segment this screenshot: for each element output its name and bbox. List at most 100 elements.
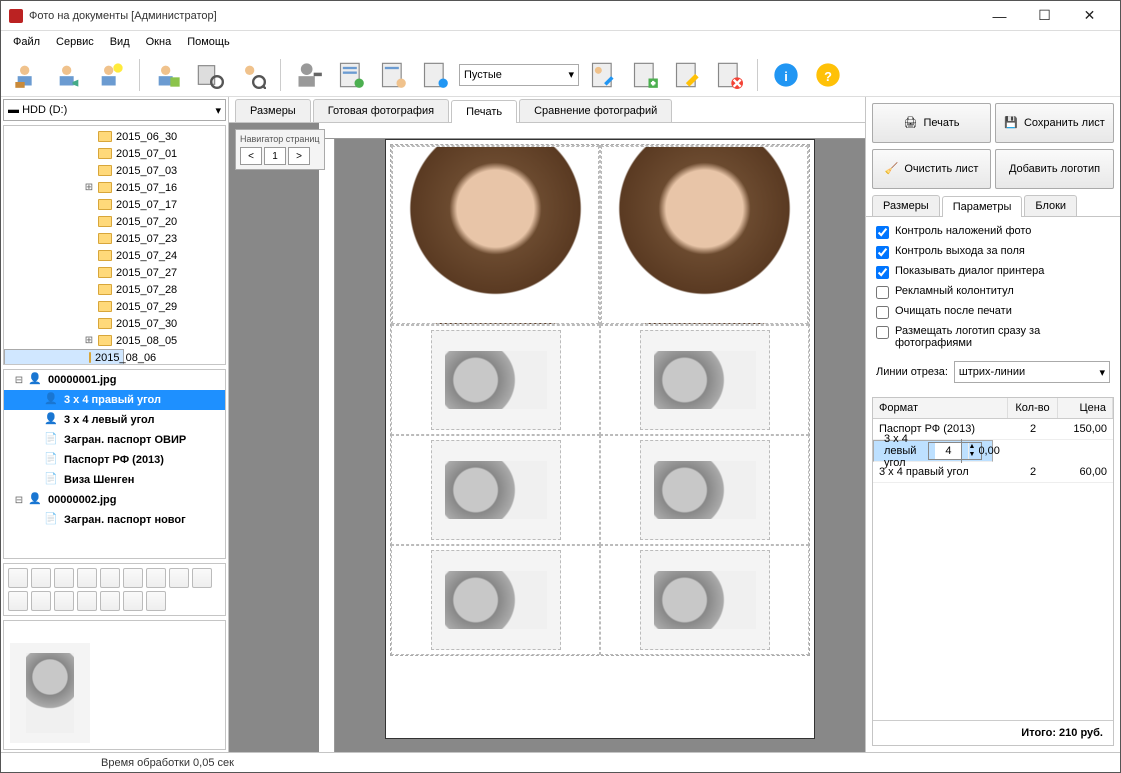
tb6[interactable]	[123, 568, 143, 588]
tool-list-1[interactable]	[333, 57, 369, 93]
hdr-price[interactable]: Цена	[1058, 398, 1113, 418]
folder-item[interactable]: 2015_07_17	[4, 196, 225, 213]
menu-file[interactable]: Файл	[7, 34, 46, 50]
format-item[interactable]: 3 х 4 левый угол	[64, 414, 154, 426]
tb12[interactable]	[54, 591, 74, 611]
tb11[interactable]	[31, 591, 51, 611]
param-check[interactable]: Рекламный колонтитул	[876, 285, 1110, 299]
tb10[interactable]	[8, 591, 28, 611]
folder-item[interactable]: 2015_07_29	[4, 298, 225, 315]
photo-slot[interactable]	[640, 550, 770, 650]
print-button[interactable]: 🖨 Печать	[872, 103, 991, 143]
format-item[interactable]: Паспорт РФ (2013)	[64, 454, 164, 466]
minimize-button[interactable]: —	[977, 2, 1022, 30]
tool-person-key[interactable]	[291, 57, 327, 93]
tb8[interactable]	[169, 568, 189, 588]
rtab-blocks[interactable]: Блоки	[1024, 195, 1077, 216]
tb5[interactable]	[100, 568, 120, 588]
folder-item[interactable]: 2015_07_27	[4, 264, 225, 281]
nav-prev[interactable]: <	[240, 147, 262, 165]
folder-item[interactable]: 2015_07_20	[4, 213, 225, 230]
close-button[interactable]: ✕	[1067, 2, 1112, 30]
rtab-params[interactable]: Параметры	[942, 196, 1023, 217]
folder-item[interactable]: 2015_07_30	[4, 315, 225, 332]
print-canvas[interactable]: Навигатор страниц < 1 >	[229, 123, 865, 752]
tb14[interactable]	[100, 591, 120, 611]
photo-slot[interactable]	[392, 146, 599, 324]
add-logo-button[interactable]: Добавить логотип	[995, 149, 1114, 189]
tb13[interactable]	[77, 591, 97, 611]
clear-sheet-button[interactable]: 🧹 Очистить лист	[872, 149, 991, 189]
tool-list-delete[interactable]	[711, 57, 747, 93]
rtab-sizes[interactable]: Размеры	[872, 195, 940, 216]
cut-lines-select[interactable]: штрих-линии▾	[954, 361, 1110, 383]
drive-select[interactable]: ▬ HDD (D:)▾	[3, 99, 226, 121]
order-row[interactable]: 3 х 4 левый угол▲▼0,00	[873, 440, 993, 462]
maximize-button[interactable]: ☐	[1022, 2, 1067, 30]
tab-ready[interactable]: Готовая фотография	[313, 99, 449, 122]
folder-item[interactable]: 2015_08_06	[4, 349, 124, 365]
tb9[interactable]	[192, 568, 212, 588]
tool-list-plus[interactable]	[627, 57, 663, 93]
tool-info[interactable]: i	[768, 57, 804, 93]
folder-tree[interactable]: 2015_06_302015_07_012015_07_03⊞2015_07_1…	[3, 125, 226, 365]
format-item[interactable]: Загран. паспорт новог	[64, 514, 186, 526]
photo-slot[interactable]	[431, 550, 561, 650]
menu-windows[interactable]: Окна	[140, 34, 178, 50]
file-2[interactable]: 00000002.jpg	[48, 494, 117, 506]
param-check[interactable]: Размещать логотип сразу за фотографиями	[876, 325, 1110, 349]
folder-item[interactable]: ⊞2015_07_16	[4, 179, 225, 196]
menu-service[interactable]: Сервис	[50, 34, 100, 50]
folder-item[interactable]: 2015_07_01	[4, 145, 225, 162]
folder-item[interactable]: 2015_07_28	[4, 281, 225, 298]
format-item[interactable]: 3 х 4 правый угол	[64, 394, 161, 406]
format-item[interactable]: Виза Шенген	[64, 474, 134, 486]
nav-next[interactable]: >	[288, 147, 310, 165]
menu-help[interactable]: Помощь	[181, 34, 236, 50]
tb2[interactable]	[31, 568, 51, 588]
tool-1[interactable]	[9, 57, 45, 93]
print-page[interactable]	[385, 139, 815, 739]
tb4[interactable]	[77, 568, 97, 588]
tool-help[interactable]: ?	[810, 57, 846, 93]
tool-6[interactable]	[234, 57, 270, 93]
menu-view[interactable]: Вид	[104, 34, 136, 50]
photo-slot[interactable]	[601, 146, 808, 324]
folder-item[interactable]: 2015_06_30	[4, 128, 225, 145]
tool-list-edit[interactable]	[669, 57, 705, 93]
folder-item[interactable]: ⊞2015_08_05	[4, 332, 225, 349]
tb7[interactable]	[146, 568, 166, 588]
tb15[interactable]	[123, 591, 143, 611]
tool-3[interactable]	[93, 57, 129, 93]
tab-print[interactable]: Печать	[451, 100, 517, 123]
file-1[interactable]: 00000001.jpg	[48, 374, 117, 386]
tool-list-2[interactable]	[375, 57, 411, 93]
hdr-qty[interactable]: Кол-во	[1008, 398, 1058, 418]
format-item[interactable]: Загран. паспорт ОВИР	[64, 434, 186, 446]
photo-slot[interactable]	[640, 330, 770, 430]
photo-slot[interactable]	[431, 330, 561, 430]
tool-2[interactable]	[51, 57, 87, 93]
tool-5[interactable]	[192, 57, 228, 93]
photo-slot[interactable]	[640, 440, 770, 540]
folder-item[interactable]: 2015_07_03	[4, 162, 225, 179]
order-row[interactable]: 3 х 4 правый угол260,00	[873, 462, 1113, 483]
tb16[interactable]	[146, 591, 166, 611]
photo-slot[interactable]	[431, 440, 561, 540]
tool-4[interactable]	[150, 57, 186, 93]
param-check[interactable]: Очищать после печати	[876, 305, 1110, 319]
param-check[interactable]: Контроль наложений фото	[876, 225, 1110, 239]
tool-list-add[interactable]	[585, 57, 621, 93]
tb3[interactable]	[54, 568, 74, 588]
folder-item[interactable]: 2015_07_23	[4, 230, 225, 247]
param-check[interactable]: Показывать диалог принтера	[876, 265, 1110, 279]
toolbar-preset-select[interactable]: Пустые▾	[459, 64, 579, 86]
tool-list-3[interactable]	[417, 57, 453, 93]
save-sheet-button[interactable]: 💾 Сохранить лист	[995, 103, 1114, 143]
tab-compare[interactable]: Сравнение фотографий	[519, 99, 672, 122]
param-check[interactable]: Контроль выхода за поля	[876, 245, 1110, 259]
hdr-format[interactable]: Формат	[873, 398, 1008, 418]
folder-item[interactable]: 2015_07_24	[4, 247, 225, 264]
file-tree[interactable]: ⊟👤00000001.jpg 👤3 х 4 правый угол 👤3 х 4…	[3, 369, 226, 559]
tb1[interactable]	[8, 568, 28, 588]
